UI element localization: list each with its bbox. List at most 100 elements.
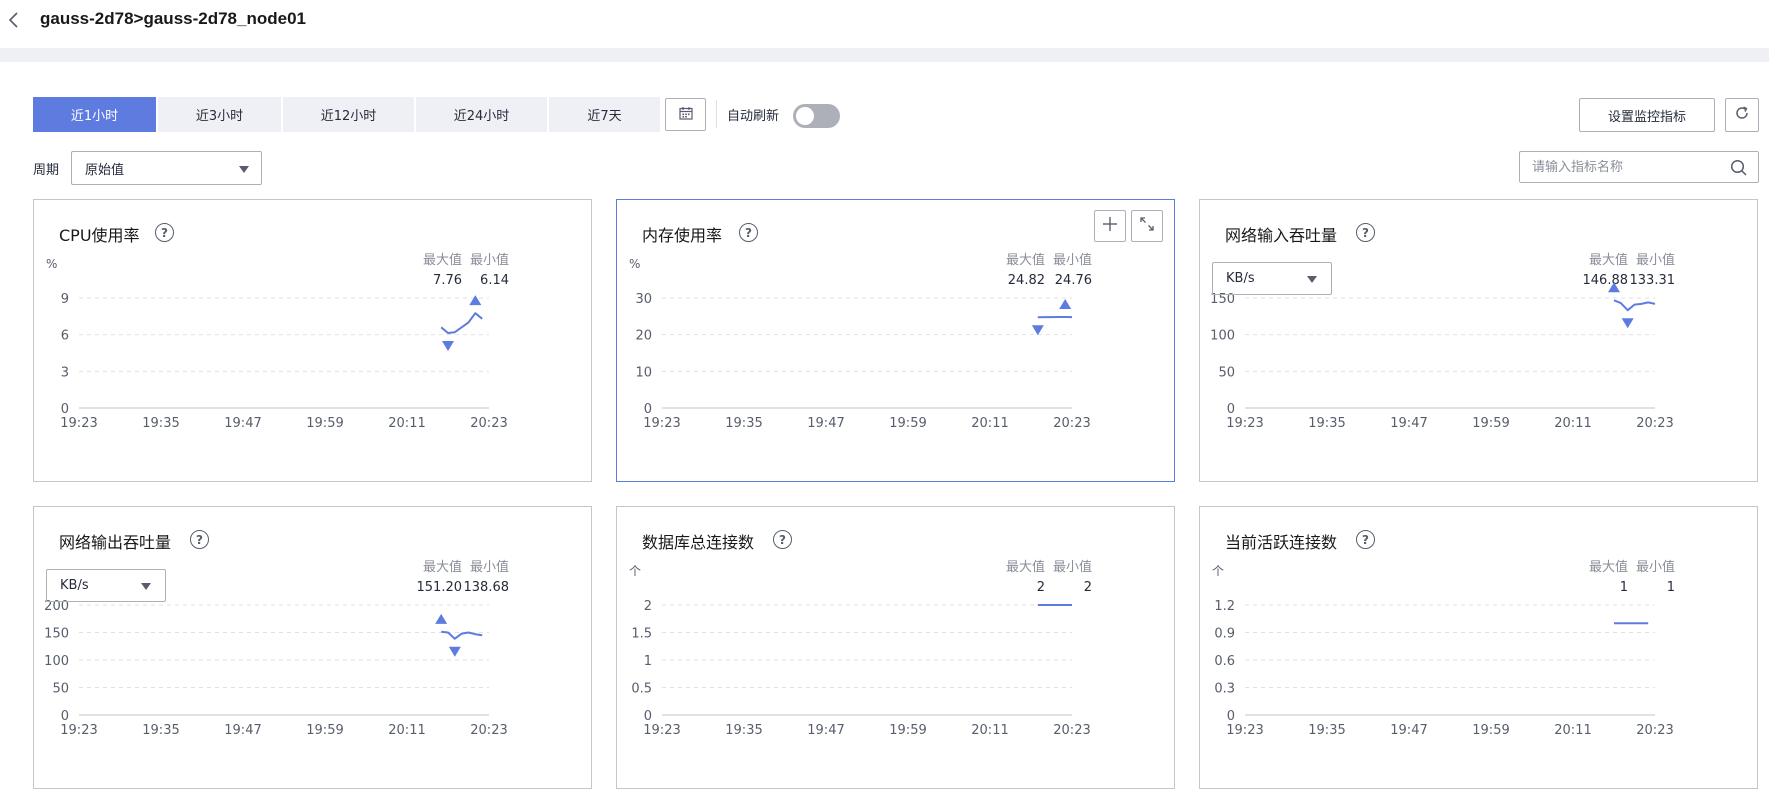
x-tick-label: 19:35 xyxy=(725,416,762,431)
max-value: 7.76 xyxy=(433,273,462,288)
period-select[interactable]: 原始值 xyxy=(71,151,262,185)
max-marker-icon xyxy=(1059,299,1071,309)
min-value: 138.68 xyxy=(464,580,510,595)
help-icon[interactable]: ? xyxy=(155,223,174,242)
x-tick-label: 19:35 xyxy=(142,416,179,431)
x-tick-label: 19:59 xyxy=(889,723,926,738)
y-tick-label: 100 xyxy=(1210,329,1235,344)
max-label: 最大值 xyxy=(423,559,462,575)
x-tick-label: 19:23 xyxy=(60,723,97,738)
min-label: 最小值 xyxy=(1053,252,1092,268)
unit-select[interactable]: KB/s xyxy=(1212,262,1332,295)
x-tick-label: 19:59 xyxy=(306,416,343,431)
y-tick-label: 50 xyxy=(1218,365,1235,380)
card-tools xyxy=(1089,210,1163,242)
series-line xyxy=(1614,300,1655,310)
max-label: 最大值 xyxy=(423,252,462,268)
search-input[interactable] xyxy=(1532,153,1732,181)
calendar-icon xyxy=(679,105,693,124)
min-value: 1 xyxy=(1667,580,1675,595)
tab-1-hour[interactable]: 近1小时 xyxy=(33,97,156,132)
card-title: 网络输入吞吐量 xyxy=(1225,222,1337,246)
max-label: 最大值 xyxy=(1589,559,1628,575)
min-value: 24.76 xyxy=(1055,273,1092,288)
header-divider xyxy=(0,48,1769,62)
x-tick-label: 19:59 xyxy=(1472,416,1509,431)
help-icon[interactable]: ? xyxy=(773,530,792,549)
toggle-knob xyxy=(796,107,814,125)
x-tick-label: 19:59 xyxy=(306,723,343,738)
help-icon[interactable]: ? xyxy=(1356,223,1375,242)
x-tick-label: 19:35 xyxy=(1308,416,1345,431)
x-tick-label: 20:23 xyxy=(1636,416,1673,431)
auto-refresh-toggle[interactable] xyxy=(793,104,840,128)
x-tick-label: 19:47 xyxy=(1390,416,1427,431)
chevron-down-icon xyxy=(141,583,151,590)
x-tick-label: 20:11 xyxy=(971,416,1008,431)
help-icon[interactable]: ? xyxy=(190,530,209,549)
max-marker-icon xyxy=(435,614,447,624)
add-button[interactable] xyxy=(1094,210,1126,242)
x-tick-label: 19:47 xyxy=(807,723,844,738)
min-label: 最小值 xyxy=(1636,559,1675,575)
max-value: 151.20 xyxy=(417,580,463,595)
y-unit-label: 个 xyxy=(629,564,641,578)
expand-button[interactable] xyxy=(1131,210,1163,242)
min-label: 最小值 xyxy=(470,559,509,575)
y-tick-label: 20 xyxy=(635,329,652,344)
refresh-button[interactable] xyxy=(1725,98,1759,132)
x-tick-label: 20:11 xyxy=(1554,723,1591,738)
unit-value: KB/s xyxy=(1226,271,1255,286)
min-label: 最小值 xyxy=(1053,559,1092,575)
y-tick-label: 100 xyxy=(44,654,69,669)
y-tick-label: 0.3 xyxy=(1214,682,1235,697)
card-active-connections: 个最大值最小值1100.30.60.91.219:2319:3519:4719:… xyxy=(1199,506,1758,789)
x-tick-label: 20:23 xyxy=(470,416,507,431)
date-picker-button[interactable] xyxy=(665,98,706,131)
plus-icon xyxy=(1101,215,1119,237)
max-label: 最大值 xyxy=(1006,559,1045,575)
x-tick-label: 20:23 xyxy=(1053,416,1090,431)
x-tick-label: 20:23 xyxy=(470,723,507,738)
tab-12-hours[interactable]: 近12小时 xyxy=(283,97,414,132)
help-icon[interactable]: ? xyxy=(1356,530,1375,549)
monitoring-settings-button[interactable]: 设置监控指标 xyxy=(1579,98,1715,132)
period-label: 周期 xyxy=(33,159,59,178)
tab-7-days[interactable]: 近7天 xyxy=(549,97,660,132)
y-tick-label: 1 xyxy=(644,654,652,669)
back-arrow-icon[interactable] xyxy=(6,8,22,32)
x-tick-label: 19:35 xyxy=(142,723,179,738)
y-tick-label: 0 xyxy=(644,709,652,724)
x-tick-label: 19:35 xyxy=(725,723,762,738)
x-tick-label: 20:23 xyxy=(1636,723,1673,738)
card-memory-usage: %最大值最小值24.8224.76010203019:2319:3519:471… xyxy=(616,199,1175,482)
max-label: 最大值 xyxy=(1006,252,1045,268)
unit-select[interactable]: KB/s xyxy=(46,569,166,602)
y-tick-label: 1.5 xyxy=(631,627,652,642)
min-marker-icon xyxy=(1032,325,1044,335)
x-tick-label: 20:11 xyxy=(388,723,425,738)
search-icon[interactable] xyxy=(1730,159,1748,181)
series-line xyxy=(441,313,482,333)
y-tick-label: 1.2 xyxy=(1214,599,1235,614)
x-tick-label: 19:59 xyxy=(889,416,926,431)
help-icon[interactable]: ? xyxy=(739,223,758,242)
x-tick-label: 19:23 xyxy=(60,416,97,431)
refresh-icon xyxy=(1734,105,1750,125)
y-tick-label: 2 xyxy=(644,599,652,614)
card-cpu-usage: %最大值最小值7.766.14036919:2319:3519:4719:592… xyxy=(33,199,592,482)
auto-refresh-label: 自动刷新 xyxy=(727,105,779,124)
y-unit-label: % xyxy=(629,257,640,271)
y-unit-label: 个 xyxy=(1212,564,1224,578)
x-tick-label: 19:59 xyxy=(1472,723,1509,738)
x-tick-label: 20:23 xyxy=(1053,723,1090,738)
y-tick-label: 0.9 xyxy=(1214,627,1235,642)
tab-24-hours[interactable]: 近24小时 xyxy=(416,97,547,132)
tab-3-hours[interactable]: 近3小时 xyxy=(158,97,281,132)
y-tick-label: 0.6 xyxy=(1214,654,1235,669)
card-title: 数据库总连接数 xyxy=(642,529,754,553)
y-tick-label: 30 xyxy=(635,292,652,307)
card-title: 当前活跃连接数 xyxy=(1225,529,1337,553)
x-tick-label: 20:11 xyxy=(388,416,425,431)
time-range-tabs: 近1小时 近3小时 近12小时 近24小时 近7天 xyxy=(33,97,662,132)
